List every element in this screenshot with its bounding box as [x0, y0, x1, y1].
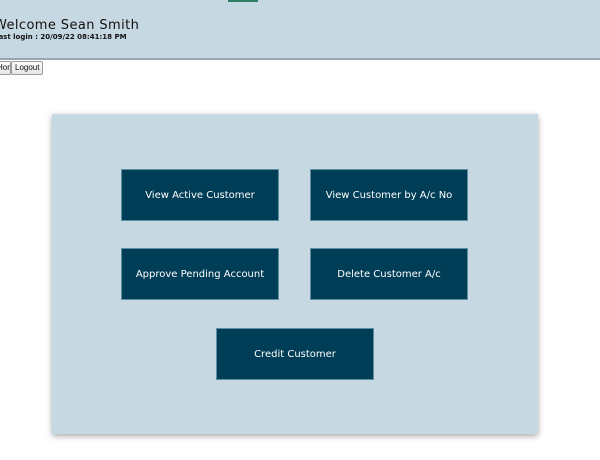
view-customer-by-account-button[interactable]: View Customer by A/c No	[310, 169, 468, 221]
credit-customer-button[interactable]: Credit Customer	[216, 328, 374, 380]
last-login-text: Last login : 20/09/22 08:41:18 PM	[0, 33, 127, 41]
view-active-customer-button[interactable]: View Active Customer	[121, 169, 279, 221]
page: Welcome Sean Smith Last login : 20/09/22…	[0, 0, 600, 460]
main-panel: View Active Customer View Customer by A/…	[52, 114, 538, 434]
header: Welcome Sean Smith Last login : 20/09/22…	[0, 0, 600, 60]
home-button[interactable]: Home	[0, 61, 11, 75]
welcome-message: Welcome Sean Smith	[0, 18, 140, 33]
top-strip	[228, 0, 258, 2]
approve-pending-account-button[interactable]: Approve Pending Account	[121, 248, 279, 300]
delete-customer-account-button[interactable]: Delete Customer A/c	[310, 248, 468, 300]
logout-button[interactable]: Logout	[11, 61, 44, 75]
